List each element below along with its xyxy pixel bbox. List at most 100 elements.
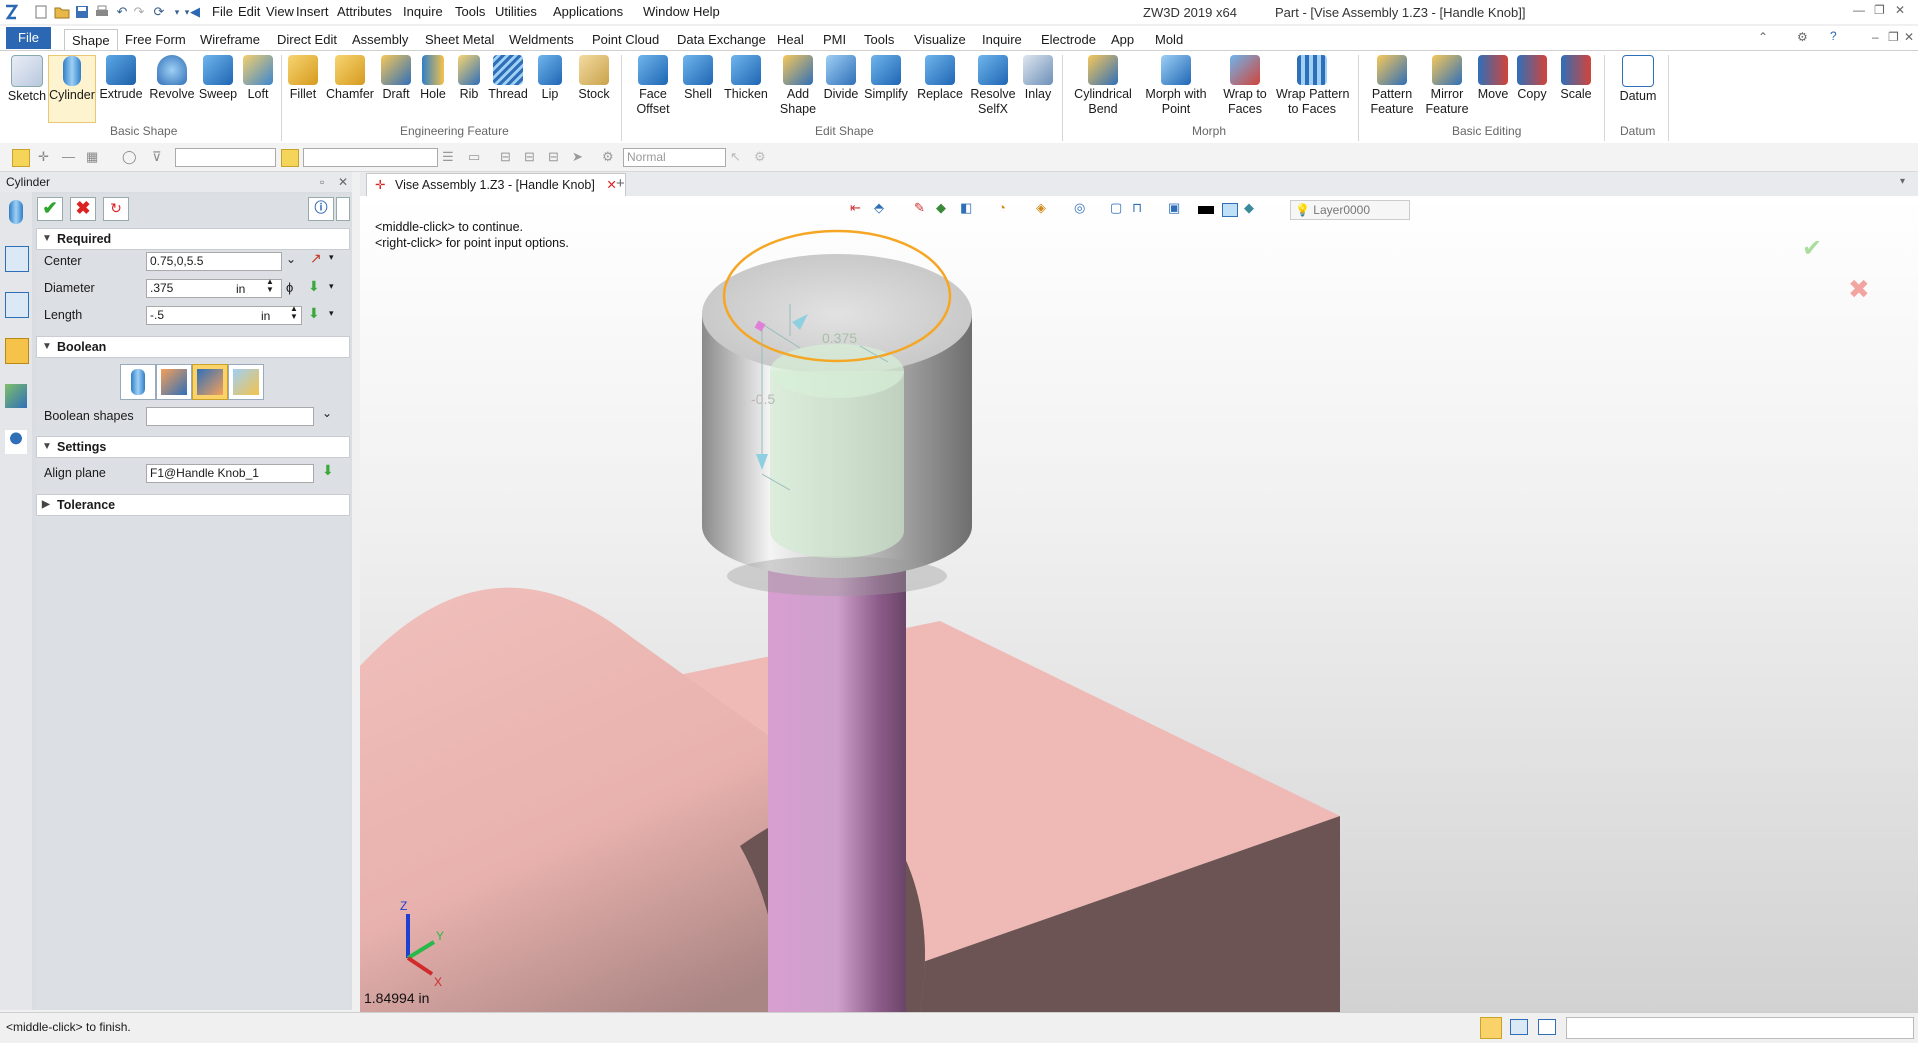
boolean-shapes-input[interactable] bbox=[146, 407, 314, 426]
undo-icon[interactable]: ↶ bbox=[113, 3, 131, 21]
length-dim-text[interactable]: -0.5 bbox=[751, 391, 775, 407]
section-required[interactable]: ▼ Required bbox=[36, 228, 350, 250]
menu-window[interactable]: Window bbox=[643, 4, 689, 19]
align-left-icon[interactable]: ⊟ bbox=[500, 149, 516, 165]
tab-app[interactable]: App bbox=[1104, 29, 1141, 50]
pattern-feature-button[interactable]: Pattern Feature bbox=[1366, 55, 1418, 117]
save-icon[interactable] bbox=[73, 3, 91, 21]
filter-combo[interactable] bbox=[175, 148, 276, 167]
back-arrow-icon[interactable]: ◀ bbox=[186, 3, 204, 21]
align-plane-input[interactable]: F1@Handle Knob_1 bbox=[146, 464, 314, 483]
loft-button[interactable]: Loft bbox=[240, 55, 276, 102]
tab-wireframe[interactable]: Wireframe bbox=[193, 29, 267, 50]
fillet-button[interactable]: Fillet bbox=[286, 55, 320, 102]
menu-attributes[interactable]: Attributes bbox=[337, 4, 392, 19]
align-icon[interactable]: ☰ bbox=[442, 149, 458, 165]
3d-viewport[interactable]: ⇤ ⬘ ✎ ◆ ◧ ◔ ◈ ◎ ▢ ⊓ ▣ ◆ 💡 Layer0000 <mid… bbox=[360, 196, 1918, 1012]
cylindrical-bend-button[interactable]: Cylindrical Bend bbox=[1072, 55, 1134, 117]
measure-pick-icon[interactable]: ⬇ bbox=[308, 278, 320, 295]
tab-visualize[interactable]: Visualize bbox=[907, 29, 973, 50]
collapse-ribbon-icon[interactable]: ⌃ bbox=[1758, 30, 1768, 44]
datum-button[interactable]: Datum bbox=[1618, 55, 1658, 104]
boolean-remove-button[interactable] bbox=[192, 364, 228, 400]
help-icon[interactable]: ? bbox=[1830, 29, 1837, 43]
rebuild-icon[interactable]: ⟳ bbox=[150, 3, 168, 21]
tab-free-form[interactable]: Free Form bbox=[118, 29, 193, 50]
chamfer-button[interactable]: Chamfer bbox=[326, 55, 374, 102]
ring-filter-icon[interactable]: ◯ bbox=[122, 149, 138, 165]
user-icon[interactable] bbox=[5, 430, 27, 454]
plane-pick-icon[interactable]: ⬇ bbox=[322, 462, 334, 479]
apply-button[interactable]: ↻ bbox=[103, 197, 129, 221]
section-boolean[interactable]: ▼ Boolean bbox=[36, 336, 350, 358]
status-view-icon[interactable] bbox=[1480, 1017, 1502, 1039]
copy-button[interactable]: Copy bbox=[1514, 55, 1550, 102]
section-settings[interactable]: ▼ Settings bbox=[36, 436, 350, 458]
cylinder-button[interactable]: Cylinder bbox=[48, 55, 96, 123]
panel-expand-icon[interactable] bbox=[336, 197, 350, 221]
style-combo[interactable]: Normal bbox=[623, 148, 726, 167]
tab-list-icon[interactable]: ▾ bbox=[1900, 176, 1905, 187]
tab-pmi[interactable]: PMI bbox=[816, 29, 853, 50]
document-tab[interactable]: ✛ Vise Assembly 1.Z3 - [Handle Knob] ✕ bbox=[366, 173, 626, 196]
pick-filter-icon[interactable] bbox=[12, 149, 30, 167]
length-input[interactable]: -.5 bbox=[146, 306, 302, 325]
menu-tools[interactable]: Tools bbox=[455, 4, 485, 19]
status-list-icon[interactable] bbox=[1538, 1019, 1556, 1035]
pointer-icon[interactable]: ➤ bbox=[572, 149, 588, 165]
status-screen-icon[interactable] bbox=[1510, 1019, 1528, 1035]
align-right-icon[interactable]: ⊟ bbox=[548, 149, 564, 165]
spinner-icon[interactable]: ▲ ▼ bbox=[266, 278, 274, 294]
replace-button[interactable]: Replace bbox=[916, 55, 964, 102]
minimize-icon[interactable]: — bbox=[1853, 3, 1865, 17]
tab-electrode[interactable]: Electrode bbox=[1034, 29, 1103, 50]
align-center-icon[interactable]: ⊟ bbox=[524, 149, 540, 165]
menu-edit[interactable]: Edit bbox=[238, 4, 260, 19]
point-pick-icon[interactable]: ↗ bbox=[310, 250, 322, 267]
wrap-to-faces-button[interactable]: Wrap to Faces bbox=[1218, 55, 1272, 117]
gear-icon[interactable]: ⚙ bbox=[602, 149, 618, 165]
tab-mold[interactable]: Mold bbox=[1148, 29, 1190, 50]
measure-pick-icon[interactable]: ⬇ bbox=[308, 305, 320, 322]
snap-icon[interactable] bbox=[281, 149, 299, 167]
revolve-button[interactable]: Revolve bbox=[148, 55, 196, 102]
cylinder-side-icon[interactable] bbox=[9, 200, 23, 224]
expand-options-icon[interactable]: ⌄ bbox=[322, 406, 332, 420]
dropdown-arrow-icon[interactable]: ▾ bbox=[329, 281, 334, 292]
rib-button[interactable]: Rib bbox=[454, 55, 484, 102]
doc-restore-icon[interactable]: ❐ bbox=[1888, 30, 1899, 44]
print-small-icon[interactable]: ▭ bbox=[468, 149, 484, 165]
boolean-add-button[interactable] bbox=[156, 364, 192, 400]
diameter-input[interactable]: .375 bbox=[146, 279, 282, 298]
stock-button[interactable]: Stock bbox=[576, 55, 612, 102]
divide-button[interactable]: Divide bbox=[822, 55, 860, 102]
cancel-button[interactable]: ✖ bbox=[70, 197, 96, 221]
menu-inquire[interactable]: Inquire bbox=[403, 4, 443, 19]
add-point-icon[interactable]: ✛ bbox=[38, 149, 54, 165]
center-input[interactable]: 0.75,0,5.5 bbox=[146, 252, 282, 271]
history-tree-icon[interactable] bbox=[5, 246, 29, 272]
dropdown-arrow-icon[interactable]: ▾ bbox=[329, 252, 334, 263]
tab-point-cloud[interactable]: Point Cloud bbox=[585, 29, 666, 50]
spinner-icon[interactable]: ▲ ▼ bbox=[290, 305, 298, 321]
grid-filter-icon[interactable]: ▦ bbox=[86, 149, 102, 165]
sketch-button[interactable]: Sketch bbox=[6, 55, 48, 104]
expand-options-icon[interactable]: ⌄ bbox=[286, 252, 296, 266]
cursor-icon[interactable]: ↖ bbox=[730, 149, 746, 165]
tab-file[interactable]: File bbox=[6, 27, 51, 49]
thicken-button[interactable]: Thicken bbox=[722, 55, 770, 102]
section-tolerance[interactable]: ▶ Tolerance bbox=[36, 494, 350, 516]
pin-icon[interactable]: ▫ bbox=[320, 172, 324, 192]
mirror-feature-button[interactable]: Mirror Feature bbox=[1422, 55, 1472, 117]
move-button[interactable]: Move bbox=[1476, 55, 1510, 102]
image-icon[interactable] bbox=[5, 384, 27, 408]
face-offset-button[interactable]: Face Offset bbox=[630, 55, 676, 117]
add-shape-button[interactable]: Add Shape bbox=[776, 55, 820, 117]
doc-minimize-icon[interactable]: – bbox=[1872, 30, 1879, 44]
settings-small-icon[interactable]: ⚙ bbox=[754, 149, 770, 165]
tab-inquire[interactable]: Inquire bbox=[975, 29, 1029, 50]
boolean-base-button[interactable] bbox=[120, 364, 156, 400]
command-input[interactable] bbox=[1566, 1017, 1914, 1039]
menu-utilities[interactable]: Utilities bbox=[495, 4, 537, 19]
remove-icon[interactable]: — bbox=[62, 149, 78, 165]
